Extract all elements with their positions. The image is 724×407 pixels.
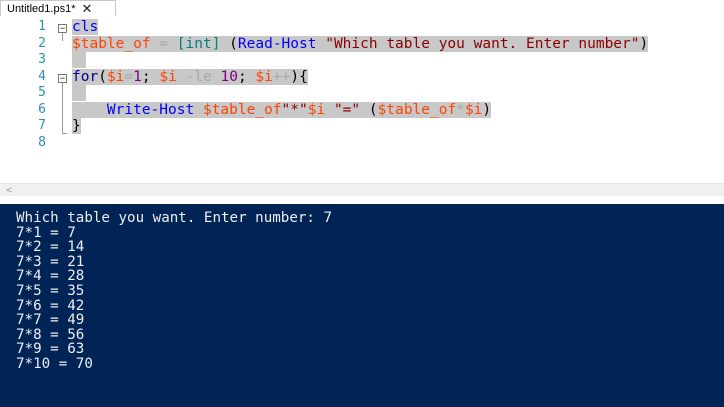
close-icon[interactable]: ✕	[82, 2, 93, 15]
code-token: ;	[237, 68, 256, 85]
pane-splitter[interactable]	[0, 196, 724, 204]
console-output-line: 7*4 = 28	[16, 268, 85, 285]
line-number: 6	[38, 101, 46, 117]
selection-highlight: $table_of = [int] (Read-Host "Which tabl…	[72, 35, 649, 52]
selection-highlight: Write-Host $table_of"*"$i "=" ($table_of…	[72, 101, 492, 118]
code-token: =	[124, 68, 134, 85]
line-number: 7	[38, 118, 46, 133]
code-token: )	[482, 101, 492, 118]
code-token: for	[72, 68, 99, 85]
code-token: $table_of	[202, 101, 282, 118]
line-number: 3	[38, 52, 46, 67]
line-number: 8	[38, 134, 46, 150]
code-line	[72, 85, 86, 101]
code-token: $i	[159, 68, 177, 85]
console-output-line: 7*7 = 49	[16, 312, 85, 329]
code-token: $i	[464, 101, 483, 118]
code-token: =	[150, 35, 177, 52]
code-token: "Which table you want. Enter number"	[325, 35, 640, 52]
code-line: for($i=1; $i -le 10; $i++){	[72, 68, 308, 85]
line-number: 4	[38, 68, 46, 84]
code-token: $table_of	[72, 35, 151, 52]
line-number: 1	[38, 19, 46, 34]
code-token: -le	[176, 68, 221, 85]
tab-untitled1[interactable]: Untitled1.ps1* ✕	[0, 0, 116, 16]
code-token: $table_of	[377, 101, 457, 118]
console-output-line: 7*6 = 42	[16, 297, 85, 314]
tab-strip: Untitled1.ps1* ✕	[0, 0, 724, 17]
code-token: Read-Host	[237, 35, 317, 52]
script-editor[interactable]: 12345678 − − cls $table_of = [int] (Read-…	[0, 17, 724, 183]
code-token: Write-Host	[106, 101, 195, 118]
line-number: 2	[38, 35, 46, 51]
code-token: 1	[133, 68, 142, 85]
code-token: (	[220, 35, 238, 52]
code-token: "="	[333, 101, 361, 118]
code-token: $i	[255, 68, 273, 85]
code-token: cls	[72, 19, 99, 35]
selection-highlight: for($i=1; $i -le 10; $i++){	[72, 68, 308, 85]
code-token: [int]	[176, 35, 221, 52]
console-output-line: 7*3 = 21	[16, 253, 85, 270]
console-output-line: 7*1 = 7	[16, 224, 76, 241]
code-token: $i	[106, 68, 125, 85]
fold-toggle-icon[interactable]: −	[58, 24, 67, 34]
console-output-line: 7*8 = 56	[16, 326, 85, 343]
code-line: cls	[72, 19, 99, 35]
console-output-line: 7*2 = 14	[16, 239, 85, 256]
code-token: (	[98, 68, 107, 85]
code-token: )	[639, 35, 649, 52]
fold-guide-line	[62, 83, 63, 133]
code-token: ;	[141, 68, 160, 85]
code-line: $table_of = [int] (Read-Host "Which tabl…	[72, 35, 649, 52]
selection-highlight: cls	[72, 19, 99, 35]
code-token: $i	[307, 101, 326, 118]
line-number: 5	[38, 85, 46, 100]
console-prompt-line: Which table you want. Enter number: 7	[16, 210, 333, 226]
selection-highlight	[72, 52, 86, 68]
editor-horizontal-scrollbar[interactable]: <	[0, 183, 724, 197]
fold-toggle-icon[interactable]: −	[58, 74, 67, 84]
code-token: (	[360, 101, 378, 118]
code-line: Write-Host $table_of"*"$i "=" ($table_of…	[72, 101, 492, 118]
selection-highlight	[72, 85, 86, 101]
code-token: }	[72, 118, 81, 134]
code-line: }	[72, 118, 81, 134]
console-output-line: 7*5 = 35	[16, 283, 85, 299]
code-line	[72, 52, 86, 68]
code-token: ++	[272, 68, 291, 85]
code-token: ){	[290, 68, 308, 85]
fold-guide-line	[62, 33, 63, 41]
code-token: *	[456, 101, 465, 118]
tab-title: Untitled1.ps1*	[7, 2, 76, 15]
console-output-line: 7*10 = 70	[16, 356, 93, 372]
code-token: "*"	[281, 101, 308, 118]
fold-guide-end	[62, 133, 67, 134]
code-token: 10	[220, 68, 238, 85]
console-pane[interactable]: Which table you want. Enter number: 7 7*1…	[0, 204, 724, 407]
selection-highlight: }	[72, 118, 81, 134]
line-number-gutter: 12345678	[0, 17, 52, 183]
console-output-line: 7*9 = 63	[16, 341, 85, 358]
